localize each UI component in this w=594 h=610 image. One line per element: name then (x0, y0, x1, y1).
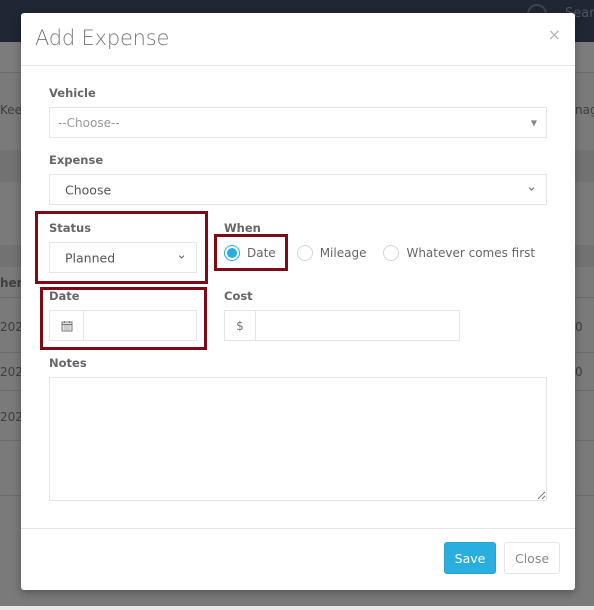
status-value: Planned (65, 250, 116, 265)
notes-textarea[interactable] (49, 377, 547, 501)
radio-label: Date (247, 246, 276, 260)
chevron-down-icon: ⌄ (526, 179, 537, 195)
radio-button[interactable] (224, 245, 240, 261)
when-option-date[interactable]: Date (224, 245, 276, 261)
radio-label: Mileage (319, 246, 367, 260)
modal-title: Add Expense (35, 26, 170, 50)
background-bottom (0, 606, 594, 610)
when-option-whatever-comes-first[interactable]: Whatever comes first (383, 245, 535, 261)
currency-addon: $ (225, 311, 256, 340)
close-button[interactable]: Close (504, 542, 560, 574)
date-label: Date (49, 289, 80, 303)
vehicle-select[interactable]: --Choose-- ▼ (49, 107, 547, 138)
status-select[interactable]: Planned ⌄ (49, 242, 197, 273)
background-cell: 0 (575, 365, 583, 379)
background-cell: 0 (575, 320, 583, 334)
cost-input-group[interactable]: $ (224, 310, 460, 341)
date-input-group[interactable] (49, 310, 197, 341)
expense-label: Expense (49, 153, 104, 167)
when-radio-group: Date Mileage Whatever comes first (203, 240, 550, 266)
status-label: Status (49, 221, 92, 235)
vehicle-placeholder: --Choose-- (58, 115, 120, 130)
notes-label: Notes (49, 356, 87, 370)
save-button[interactable]: Save (444, 542, 496, 574)
background-text: nage (575, 103, 594, 117)
expense-select[interactable]: Choose ⌄ (49, 174, 547, 205)
close-icon[interactable]: × (548, 25, 561, 44)
modal-header: Add Expense × (21, 13, 575, 66)
radio-button[interactable] (296, 245, 313, 261)
background-text: Kee (0, 103, 23, 117)
when-label: When (224, 221, 261, 235)
add-expense-modal: Add Expense × Vehicle --Choose-- ▼ Expen… (21, 13, 575, 590)
cost-label: Cost (224, 289, 253, 303)
radio-button[interactable] (383, 245, 400, 261)
caret-down-icon: ▼ (530, 118, 537, 127)
modal-footer-divider (21, 528, 575, 529)
calendar-icon (50, 311, 84, 340)
vehicle-label: Vehicle (49, 86, 96, 100)
expense-value: Choose (65, 182, 112, 197)
radio-label: Whatever comes first (406, 246, 536, 260)
chevron-down-icon: ⌄ (176, 247, 187, 263)
when-option-mileage[interactable]: Mileage (296, 245, 367, 261)
